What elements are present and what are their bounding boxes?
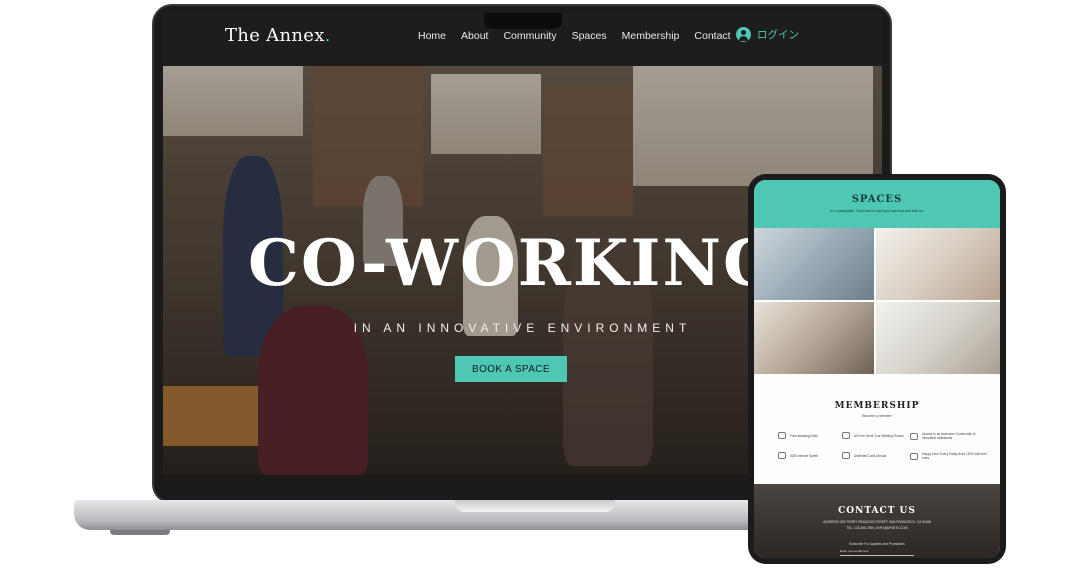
membership-subtitle: Become a member [862,414,892,418]
nav-home[interactable]: Home [418,30,446,42]
laptop-icon [778,432,786,439]
nav-community[interactable]: Community [503,30,556,42]
brand-name: The Annex [225,25,325,46]
feature-label: Happy Hour Every Friday from 18:00 with … [922,452,987,460]
feature-label: 3GB Internet Speed [790,453,819,458]
feature-label: Unlimited Calls Abroad [854,453,887,458]
brand-logo[interactable]: The Annex. [225,25,331,46]
gallery-image[interactable] [876,228,1000,300]
book-space-button[interactable]: BOOK A SPACE [455,356,567,382]
membership-feature: Happy Hour Every Friday from 18:00 with … [910,452,988,460]
hero-title: CO-WORKING [248,226,780,301]
brand-dot: . [324,25,331,46]
spaces-subtitle: I'm a paragraph. Click here to add your … [829,209,925,213]
membership-feature: All Free Drink Your Meeting Rooms [842,432,920,439]
camera-notch [484,13,562,29]
tablet-screen: SPACES I'm a paragraph. Click here to ad… [754,180,1000,558]
meeting-icon [842,432,850,439]
gallery-image[interactable] [876,302,1000,374]
subscribe-label: Subscribe For Updates and Promotions [849,542,905,546]
main-nav: Home About Community Spaces Membership C… [418,30,731,42]
phone-icon [842,452,850,459]
email-field[interactable]: Enter your email here [840,549,914,556]
contact-title: CONTACT US [838,506,916,516]
feature-label: Free-standing Desk [790,433,818,438]
gallery-image[interactable] [754,302,874,374]
gallery-image[interactable] [754,228,874,300]
membership-title: MEMBERSHIP [834,401,920,411]
laptop-opening-lip [455,500,615,512]
nav-contact[interactable]: Contact [694,30,730,42]
nav-membership[interactable]: Membership [622,30,680,42]
spaces-gallery [754,228,1000,374]
feature-label: Access to an Awesome Community of innova… [922,432,976,440]
membership-feature: Unlimited Calls Abroad [842,452,920,459]
nav-spaces[interactable]: Spaces [572,30,607,42]
community-icon [910,432,918,440]
login-button[interactable]: ログイン [736,27,799,42]
contact-address: ADDRESS: 500 TERRY FRANCOIS STREET SAN F… [823,520,931,524]
spaces-title: SPACES [851,194,903,205]
user-avatar-icon [736,27,751,42]
laptop-foot [110,530,170,535]
feature-label: All Free Drink Your Meeting Rooms [854,433,904,438]
wifi-icon [778,452,786,459]
login-label: ログイン [757,29,799,41]
contact-phone-email: TEL: 123-456-7890 | INFO@MYSITE.COM [846,526,908,530]
membership-feature: Access to an Awesome Community of innova… [910,432,988,440]
nav-about[interactable]: About [461,30,488,42]
coffee-icon [910,452,918,460]
